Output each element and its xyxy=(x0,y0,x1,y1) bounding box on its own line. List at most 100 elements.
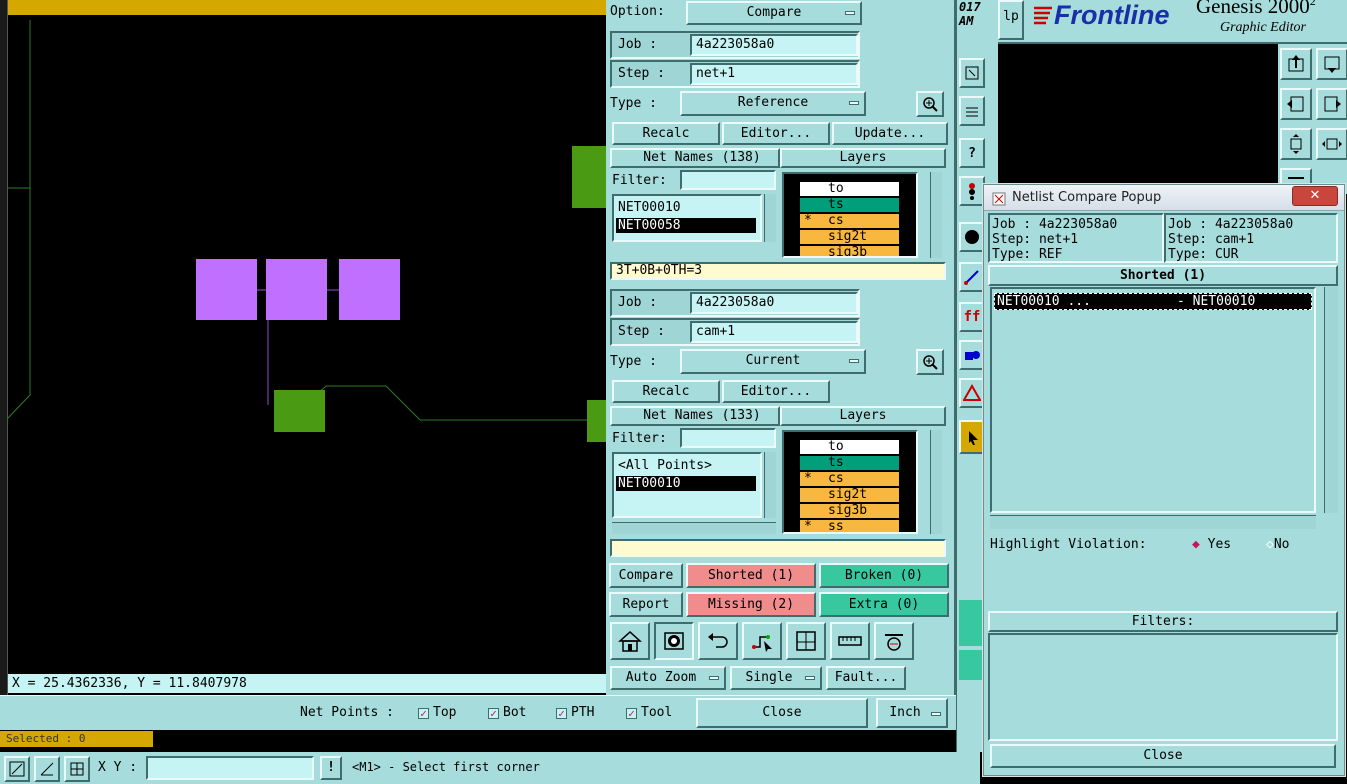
compare-panel: Option: Compare Job : 4a223058a0 Step : … xyxy=(606,0,956,730)
layer-item-sig2t[interactable]: sig2t xyxy=(800,488,899,502)
report-button[interactable]: Report xyxy=(609,592,683,617)
route-tool-button[interactable] xyxy=(742,622,782,660)
extra-button[interactable]: Extra (0) xyxy=(819,592,949,617)
pcb-drawing[interactable] xyxy=(0,0,606,695)
camera-icon xyxy=(664,632,684,650)
home-tool-button[interactable] xyxy=(610,622,650,660)
cur-net-scrollbar[interactable] xyxy=(764,452,776,518)
strip-icon-select[interactable] xyxy=(959,420,985,454)
np-bot-checkbox[interactable]: ✓ Bot xyxy=(488,705,526,720)
move-right-button[interactable] xyxy=(1316,88,1347,120)
strip-icon-1[interactable] xyxy=(959,58,985,88)
popup-close-button[interactable]: ✕ xyxy=(1292,186,1338,206)
ref-update-button[interactable]: Update... xyxy=(832,122,948,145)
highlight-yes-radio[interactable]: ◆ Yes xyxy=(1192,537,1231,552)
fit-all-button[interactable] xyxy=(1316,128,1347,160)
units-dropdown[interactable]: Inch xyxy=(876,698,948,728)
filters-header: Filters: xyxy=(988,611,1338,632)
single-dropdown[interactable]: Single xyxy=(730,666,822,690)
strip-icon-circle[interactable] xyxy=(959,222,985,252)
cur-step-input[interactable]: cam+1 xyxy=(690,321,858,343)
ref-layer-scrollbar[interactable] xyxy=(930,172,942,258)
ref-job-input[interactable]: 4a223058a0 xyxy=(690,34,858,56)
fit-button[interactable] xyxy=(1280,128,1312,160)
cur-filter-input[interactable] xyxy=(680,428,776,448)
ref-type-dropdown[interactable]: Reference xyxy=(680,91,866,116)
pad-purple-2 xyxy=(266,259,327,320)
strip-icon-2[interactable] xyxy=(959,96,985,126)
ref-net-scrollbar[interactable] xyxy=(764,194,776,242)
popup-close-bottom-button[interactable]: Close xyxy=(990,744,1336,768)
missing-button[interactable]: Missing (2) xyxy=(686,592,816,617)
layer-item-ss[interactable]: * ss xyxy=(800,520,899,532)
layer-item-cs[interactable]: * cs xyxy=(800,472,899,486)
move-left-button[interactable] xyxy=(1280,88,1312,120)
split-view-tool-button[interactable] xyxy=(786,622,826,660)
layer-item-sig3b[interactable]: sig3b xyxy=(800,504,899,518)
measure-button[interactable] xyxy=(34,756,60,782)
layer-item-to[interactable]: to xyxy=(800,440,899,454)
ref-step-input[interactable]: net+1 xyxy=(690,63,858,85)
cur-layer-list[interactable]: to ts * cs sig2t sig3b * ss xyxy=(782,430,918,534)
layer-item-sig3b[interactable]: sig3b xyxy=(800,246,899,256)
cur-net-list[interactable]: <All Points> NET00010 xyxy=(612,452,762,518)
shorted-vscrollbar[interactable] xyxy=(1324,287,1338,513)
zoom-window-button[interactable] xyxy=(4,756,30,782)
strip-icon-traffic[interactable] xyxy=(959,176,985,206)
strip-icon-warning[interactable] xyxy=(959,378,985,408)
help-menu[interactable]: lp xyxy=(998,0,1024,40)
shorted-button[interactable]: Shorted (1) xyxy=(686,563,816,588)
cur-type-dropdown[interactable]: Current xyxy=(680,349,866,374)
ref-net-list[interactable]: NET00010 NET00058 xyxy=(612,194,762,242)
np-tool-checkbox[interactable]: ✓ Tool xyxy=(626,705,672,720)
np-pth-checkbox[interactable]: ✓ PTH xyxy=(556,705,594,720)
broken-button[interactable]: Broken (0) xyxy=(819,563,949,588)
move-down-button[interactable] xyxy=(1316,48,1347,80)
cur-zoom-button[interactable] xyxy=(916,349,944,375)
ref-filter-input[interactable] xyxy=(680,170,776,190)
auto-zoom-dropdown[interactable]: Auto Zoom xyxy=(610,666,726,690)
coord-readout: X = 25.4362336, Y = 11.8407978 xyxy=(8,674,606,693)
compare-button[interactable]: Compare xyxy=(609,563,683,588)
option-dropdown[interactable]: Compare xyxy=(686,1,862,25)
strip-icon-shapes[interactable] xyxy=(959,340,985,370)
ref-recalc-button[interactable]: Recalc xyxy=(612,122,720,145)
ref-layer-list[interactable]: to ts * cs sig2t sig3b xyxy=(782,172,918,258)
cur-job-input[interactable]: 4a223058a0 xyxy=(690,292,858,314)
shorted-row-selected[interactable]: NET00010 ... - NET00010 xyxy=(994,293,1312,310)
cur-editor-button[interactable]: Editor... xyxy=(722,380,830,403)
ref-editor-button[interactable]: Editor... xyxy=(722,122,830,145)
ruler-tool-button[interactable] xyxy=(830,622,870,660)
snap-grid-button[interactable] xyxy=(64,756,90,782)
list-item[interactable]: NET00010 xyxy=(618,200,681,215)
move-up-button[interactable] xyxy=(1280,48,1312,80)
strip-icon-ff[interactable]: ff xyxy=(959,302,985,332)
snapshot-tool-button[interactable] xyxy=(654,622,694,660)
list-item-selected[interactable]: NET00058 xyxy=(616,218,756,233)
cur-recalc-button[interactable]: Recalc xyxy=(612,380,720,403)
graphics-canvas[interactable]: X = 25.4362336, Y = 11.8407978 xyxy=(0,0,606,695)
undo-tool-button[interactable] xyxy=(698,622,738,660)
shorted-list[interactable]: NET00010 ... - NET00010 xyxy=(990,287,1316,513)
list-item-selected[interactable]: NET00010 xyxy=(616,476,756,491)
fault-button[interactable]: Fault... xyxy=(826,666,906,690)
popup-titlebar[interactable]: Netlist Compare Popup ✕ xyxy=(984,185,1344,211)
layer-item-sig2t[interactable]: sig2t xyxy=(800,230,899,244)
alert-button[interactable]: ! xyxy=(320,756,342,780)
strip-icon-route[interactable] xyxy=(959,262,985,292)
shorted-hscrollbar[interactable] xyxy=(990,515,1316,529)
close-button[interactable]: Close xyxy=(696,698,868,728)
xy-input[interactable] xyxy=(146,756,314,780)
layer-item-cs[interactable]: * cs xyxy=(800,214,899,228)
highlight-no-radio[interactable]: ◇No xyxy=(1266,537,1289,552)
cur-layer-scrollbar[interactable] xyxy=(930,430,942,534)
help-strip-button[interactable]: ? xyxy=(959,138,985,168)
layer-item-ts[interactable]: ts xyxy=(800,456,899,470)
ref-zoom-button[interactable] xyxy=(916,91,944,117)
list-item[interactable]: <All Points> xyxy=(618,458,712,473)
probe-tool-button[interactable] xyxy=(874,622,914,660)
cur-net-hscrollbar[interactable] xyxy=(612,522,776,534)
layer-item-ts[interactable]: ts xyxy=(800,198,899,212)
np-top-checkbox[interactable]: ✓ Top xyxy=(418,705,456,720)
layer-item-to[interactable]: to xyxy=(800,182,899,196)
